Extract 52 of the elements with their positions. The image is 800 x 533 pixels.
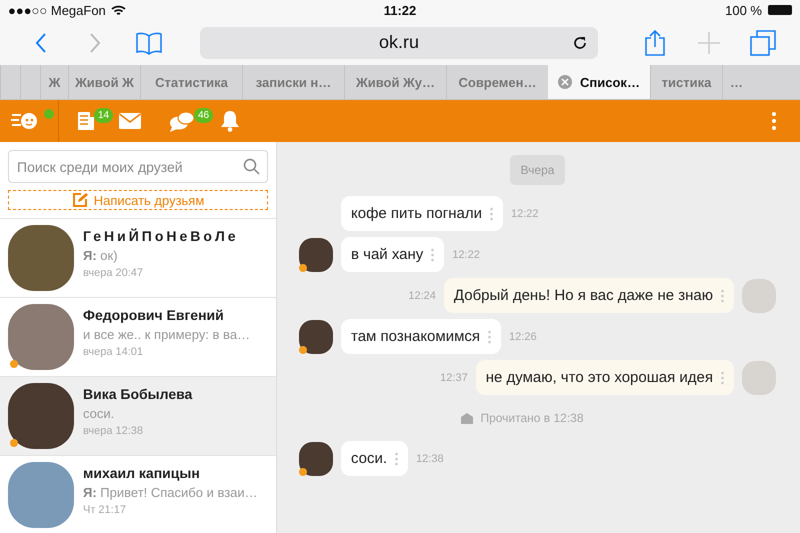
contact-name: михаил капицын — [83, 465, 201, 481]
more-dots-icon[interactable] — [721, 370, 724, 384]
message-time: вчера 14:01 — [83, 346, 144, 358]
wifi-icon — [110, 4, 126, 16]
count-badge: 46 — [194, 108, 214, 123]
battery-percent: 100 % — [725, 2, 762, 18]
carrier-label: ●●●○○ MegaFon — [8, 2, 106, 18]
message-bubble[interactable]: соси. — [341, 441, 408, 476]
message-bubble[interactable]: не думаю, что это хорошая идея — [476, 360, 734, 395]
read-receipt: Прочитано в 12:38 — [480, 411, 584, 425]
message-preview: Я: ок) — [83, 248, 119, 263]
message-preview: соси. — [83, 406, 116, 421]
battery-icon — [768, 5, 792, 15]
message-time: Чт 21:17 — [83, 504, 127, 516]
message-preview: Я: Привет! Спасибо и взаи… — [83, 485, 258, 500]
avatar-placeholder — [8, 462, 74, 528]
message-bubble[interactable]: кофе пить погнали — [341, 196, 503, 231]
search-icon[interactable] — [243, 158, 260, 175]
message-time: вчера 12:38 — [83, 425, 144, 437]
contact-name: ГеНиЙПоНеВоЛе — [83, 228, 239, 244]
close-icon[interactable] — [558, 75, 572, 89]
newspaper-icon — [77, 111, 95, 131]
contact-name: Федорович Евгений — [83, 307, 225, 323]
message-time: 12:37 — [440, 372, 468, 384]
more-dots-icon[interactable] — [431, 248, 434, 262]
message-time: 12:22 — [452, 248, 480, 260]
message-time: 12:26 — [509, 330, 537, 342]
chevron-right-icon — [89, 32, 101, 54]
message-time: вчера 20:47 — [83, 267, 144, 279]
more-dots-icon[interactable] — [721, 288, 724, 302]
message-time: 12:38 — [416, 452, 444, 464]
chat-bubbles-icon — [169, 110, 195, 132]
count-badge: 14 — [94, 108, 114, 123]
message-time: 12:22 — [510, 208, 539, 220]
message-time: 12:24 — [408, 290, 436, 302]
pencil-square-icon — [72, 192, 88, 208]
message-bubble[interactable]: в чай хану — [341, 237, 444, 272]
more-dots-icon[interactable] — [488, 330, 492, 344]
contact-name: Вика Бобылева — [83, 386, 192, 402]
address-bar[interactable]: ok.ru — [200, 26, 598, 58]
search-field[interactable]: Поиск среди моих друзей — [8, 150, 268, 183]
message-bubble[interactable]: Добрый день! Но я вас даже не знаю — [444, 278, 734, 313]
message-preview: и все же.. к примеру: в ва… — [83, 327, 250, 342]
kebab-menu-icon — [772, 111, 776, 131]
browser-tab[interactable]: Список… — [548, 65, 650, 99]
contact-item[interactable]: Вика Бобылева соси. вчера 12:38 — [0, 376, 276, 455]
more-dots-icon[interactable] — [490, 206, 493, 220]
avatar-placeholder — [8, 225, 74, 291]
message-bubble[interactable]: там познакомимся — [341, 319, 502, 354]
more-dots-icon[interactable] — [395, 452, 398, 466]
clock-time: 11:22 — [384, 2, 416, 18]
chevron-left-icon — [35, 32, 47, 54]
